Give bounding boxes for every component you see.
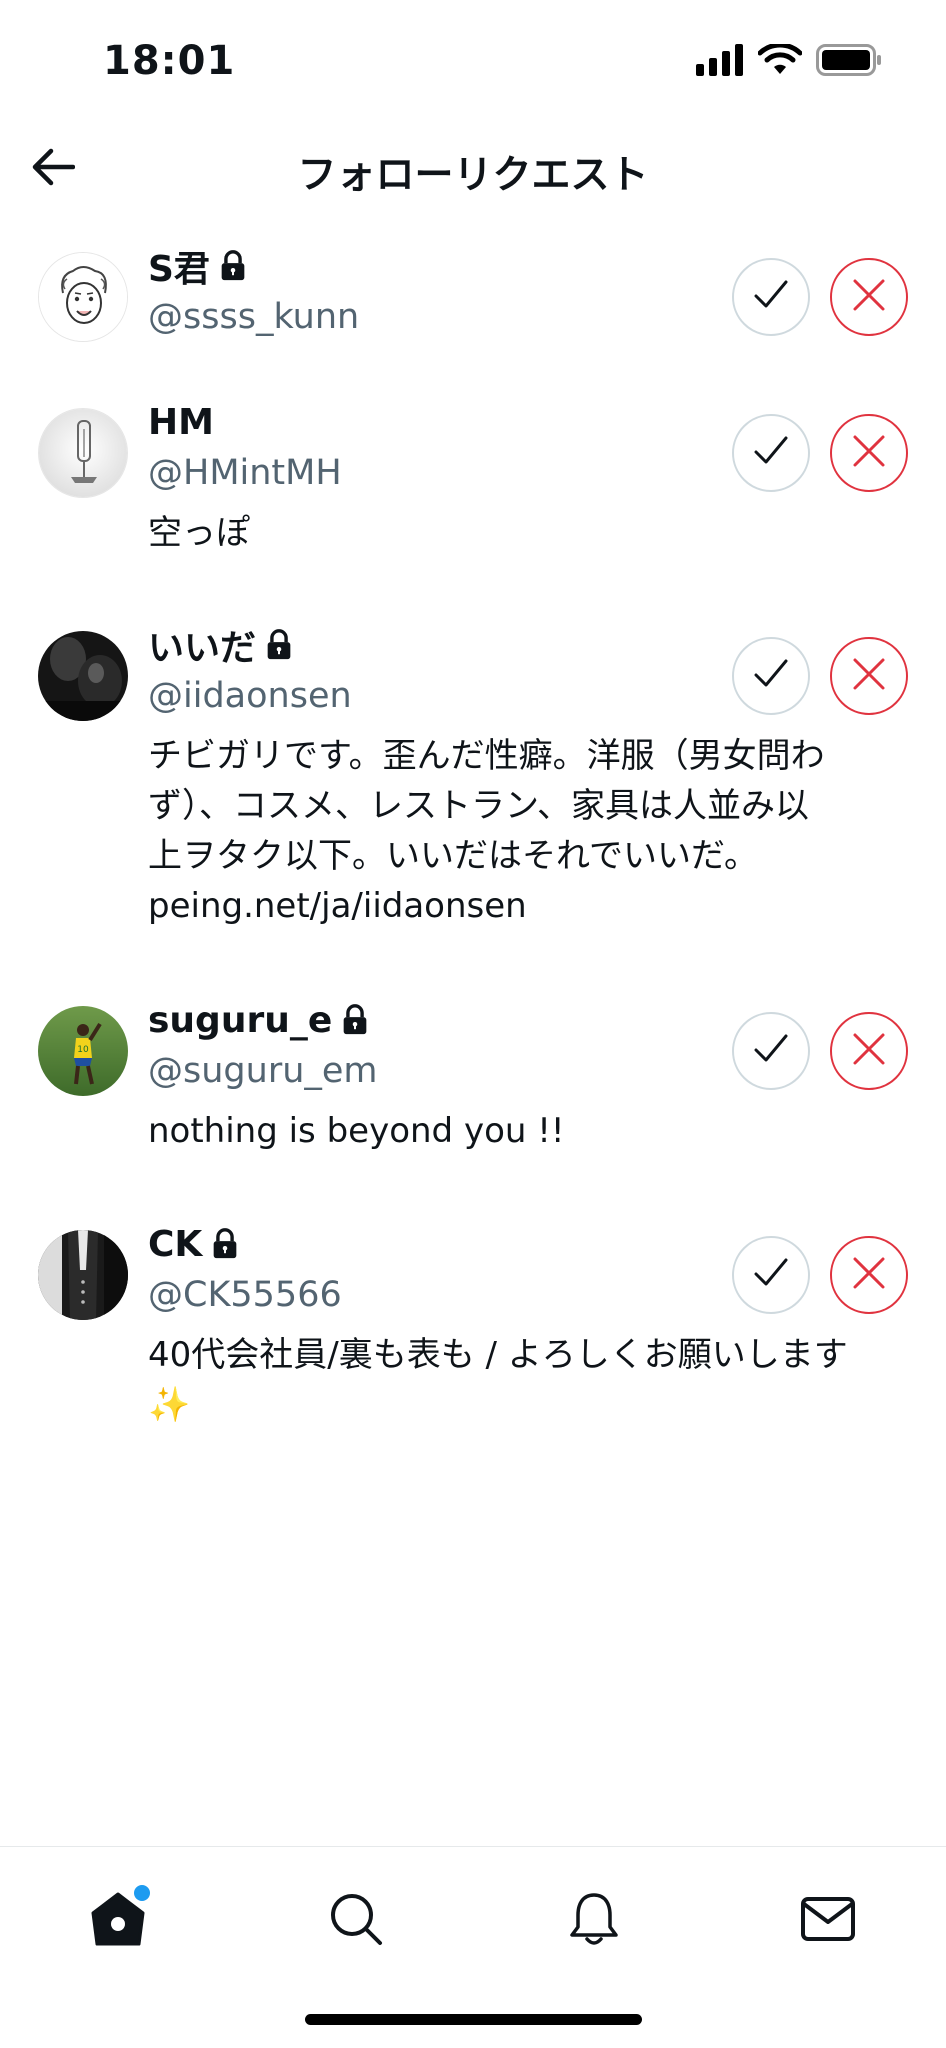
check-icon xyxy=(753,279,789,315)
tab-messages[interactable] xyxy=(792,1885,864,1957)
bio: 空っぽ xyxy=(148,513,250,553)
status-time: 18:01 xyxy=(103,38,236,84)
avatar[interactable] xyxy=(38,408,128,498)
follow-request-item[interactable]: CK @CK55566 40代会社員/裏も表も / よろしくお願いします ✨ xyxy=(0,1218,946,1458)
close-icon xyxy=(852,1256,886,1294)
lock-icon xyxy=(338,1003,372,1037)
close-icon xyxy=(852,278,886,316)
check-icon xyxy=(753,435,789,471)
display-name: CK xyxy=(148,1223,203,1265)
request-actions xyxy=(732,1236,908,1314)
reject-button[interactable] xyxy=(830,1236,908,1314)
close-icon xyxy=(852,434,886,472)
notification-dot xyxy=(134,1885,150,1901)
tab-notifications[interactable] xyxy=(558,1885,630,1957)
follow-request-item[interactable]: 10 suguru_e @suguru_em nothing is beyond… xyxy=(0,994,946,1218)
display-name: HM xyxy=(148,401,214,443)
avatar[interactable]: 10 xyxy=(38,1006,128,1096)
avatar[interactable] xyxy=(38,252,128,342)
handle: @suguru_em xyxy=(148,1051,378,1091)
display-name: suguru_e xyxy=(148,999,333,1041)
search-icon xyxy=(329,1892,383,1950)
bio: 40代会社員/裏も表も / よろしくお願いします ✨ xyxy=(148,1335,848,1425)
request-actions xyxy=(732,414,908,492)
close-icon xyxy=(852,1032,886,1070)
follow-request-item[interactable]: S君 @ssss_kunn xyxy=(0,240,946,396)
request-actions xyxy=(732,637,908,715)
accept-button[interactable] xyxy=(732,1012,810,1090)
avatar[interactable] xyxy=(38,631,128,721)
lock-icon xyxy=(208,1227,242,1261)
status-bar: 18:01 xyxy=(0,0,946,120)
nav-header: フォローリクエスト xyxy=(0,120,946,220)
home-indicator xyxy=(305,2014,642,2025)
handle: @iidaonsen xyxy=(148,676,352,716)
name-row: HM xyxy=(148,396,756,448)
request-actions xyxy=(732,1012,908,1090)
follow-request-item[interactable]: いいだ @iidaonsen チビガリです。歪んだ性癖。洋服（男女問わ ず）、コ… xyxy=(0,619,946,994)
lock-icon xyxy=(216,249,250,283)
reject-button[interactable] xyxy=(830,637,908,715)
check-icon xyxy=(753,1033,789,1069)
handle: @HMintMH xyxy=(148,453,342,493)
bio: チビガリです。歪んだ性癖。洋服（男女問わ ず）、コスメ、レストラン、家具は人並み… xyxy=(148,736,825,926)
bell-icon xyxy=(568,1891,620,1951)
name-row: CK xyxy=(148,1218,756,1270)
tab-search[interactable] xyxy=(320,1885,392,1957)
status-icons xyxy=(696,42,882,80)
request-actions xyxy=(732,258,908,336)
accept-button[interactable] xyxy=(732,1236,810,1314)
reject-button[interactable] xyxy=(830,1012,908,1090)
signal-icon xyxy=(696,44,744,80)
accept-button[interactable] xyxy=(732,637,810,715)
name-row: いいだ xyxy=(148,619,756,671)
display-name: S君 xyxy=(148,249,210,290)
mail-icon xyxy=(800,1896,856,1946)
accept-button[interactable] xyxy=(732,414,810,492)
follow-request-list: S君 @ssss_kunn HM @HMintMH 空っぽ いいだ @iidao… xyxy=(0,240,946,1458)
close-icon xyxy=(852,657,886,695)
reject-button[interactable] xyxy=(830,414,908,492)
page-title: フォローリクエスト xyxy=(297,153,649,198)
bio: nothing is beyond you !! xyxy=(148,1111,565,1151)
name-row: suguru_e xyxy=(148,994,756,1046)
lock-icon xyxy=(262,628,296,662)
follow-request-item[interactable]: HM @HMintMH 空っぽ xyxy=(0,396,946,619)
reject-button[interactable] xyxy=(830,258,908,336)
battery-icon xyxy=(816,44,882,80)
wifi-icon xyxy=(757,42,803,80)
accept-button[interactable] xyxy=(732,258,810,336)
display-name: いいだ xyxy=(148,628,257,669)
handle: @CK55566 xyxy=(148,1275,342,1315)
name-row: S君 xyxy=(148,240,756,292)
svg-text:10: 10 xyxy=(77,1045,89,1055)
check-icon xyxy=(753,658,789,694)
handle: @ssss_kunn xyxy=(148,297,360,337)
avatar[interactable] xyxy=(38,1230,128,1320)
check-icon xyxy=(753,1257,789,1293)
tab-home[interactable] xyxy=(82,1885,154,1957)
